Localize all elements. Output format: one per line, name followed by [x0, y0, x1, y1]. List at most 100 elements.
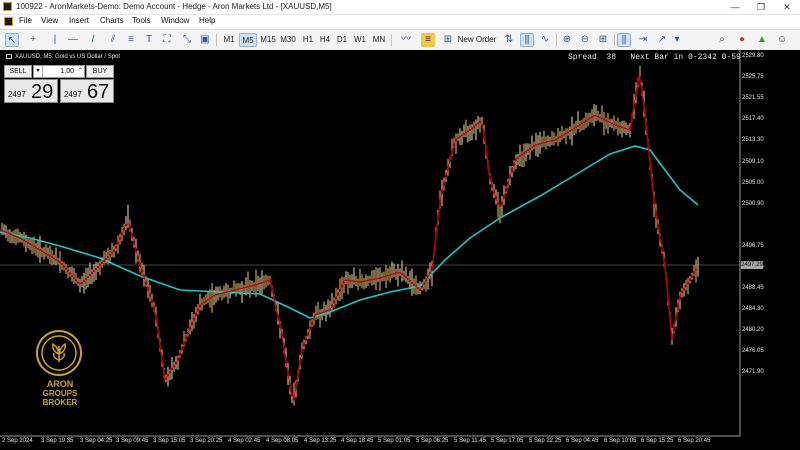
toolbar-separator — [391, 34, 392, 46]
price-tick: 2476.05 — [742, 348, 764, 354]
notifications-icon[interactable]: ● — [735, 33, 749, 47]
menu-tools[interactable]: Tools — [132, 16, 151, 25]
title-bar: 100922 - AronMarkets-Demo: Demo Account … — [0, 0, 800, 15]
time-tick: 5 Sep 01:05 — [378, 438, 411, 444]
window-title: 100922 - AronMarkets-Demo: Demo Account … — [16, 2, 332, 11]
menu-view[interactable]: View — [41, 16, 58, 25]
price-tick: 2509.10 — [742, 159, 764, 165]
price-tick: 2484.30 — [742, 306, 764, 312]
menu-help[interactable]: Help — [199, 16, 215, 25]
fast-moving-average — [0, 75, 697, 402]
sell-price-box[interactable]: 2497 29 — [4, 79, 58, 103]
channel-icon[interactable]: ⫽ — [106, 33, 120, 47]
chart-window-icon — [6, 54, 12, 59]
menu-app-icon — [4, 17, 13, 26]
price-tick: 2496.75 — [742, 243, 764, 249]
account-icon[interactable]: ☺ — [775, 33, 789, 47]
crosshair-icon[interactable]: + — [26, 33, 40, 47]
minimize-button[interactable]: — — [722, 0, 748, 14]
tf-mn[interactable]: MN — [370, 33, 388, 47]
buy-button[interactable]: BUY — [86, 65, 114, 78]
time-tick: 4 Sep 13:25 — [304, 438, 337, 444]
chart-shift-icon[interactable]: ↗ — [655, 33, 669, 47]
bar-chart-icon[interactable]: ⫼ — [520, 33, 534, 47]
trendline-icon[interactable]: / — [86, 33, 100, 47]
tf-m30[interactable]: M30 — [278, 33, 298, 47]
chart-area[interactable] — [0, 50, 800, 450]
logo-line-2: GROUPS — [42, 389, 78, 398]
text-icon[interactable]: T — [142, 33, 156, 47]
time-tick: 6 Sep 10:05 — [604, 438, 637, 444]
cursor-icon[interactable]: ↖ — [5, 33, 19, 47]
zoom-in-icon[interactable]: ⊕ — [560, 33, 574, 47]
time-tick: 2 Sep 2024 — [2, 438, 33, 444]
line-chart-icon[interactable]: ∿ — [538, 33, 552, 47]
broker-logo: ARON GROUPS BROKER — [30, 330, 90, 410]
logo-emblem-icon — [36, 330, 82, 376]
price-tick: 2513.30 — [742, 137, 764, 143]
buy-price-prefix: 2497 — [64, 90, 82, 99]
new-order-button[interactable]: New Order — [454, 33, 500, 47]
menu-file[interactable]: File — [19, 16, 32, 25]
autoscroll-icon[interactable]: ⇥ — [636, 33, 650, 47]
horizontal-line-icon[interactable]: — — [66, 33, 80, 47]
search-icon[interactable]: ⌕ — [715, 33, 729, 47]
toolbar: ↖ + | — / ⫽ ≡ T ⛶ ⤡ ▣ M1 M5 M15 M30 H1 H… — [0, 29, 800, 51]
time-tick: 4 Sep 02:45 — [228, 438, 261, 444]
toolbar-separator — [614, 34, 615, 46]
chart-symbol-title: XAUUSD, M5: Gold vs US Dollar / Spot — [6, 54, 120, 60]
logo-line-3: BROKER — [42, 398, 78, 407]
fibonacci-icon[interactable]: ≡ — [124, 33, 138, 47]
lot-dropdown-icon[interactable]: ▾ — [34, 66, 43, 77]
tile-windows-icon[interactable]: ⊞ — [596, 33, 610, 47]
close-button[interactable]: ✕ — [774, 0, 800, 14]
lot-stepper-icon[interactable]: ⌃ — [78, 66, 83, 77]
sell-price-big: 29 — [31, 81, 54, 103]
current-price-marker: 2497.29 — [741, 261, 763, 269]
time-tick: 3 Sep 09:45 — [116, 438, 149, 444]
tf-m5[interactable]: M5 — [239, 33, 257, 47]
time-tick: 5 Sep 11:45 — [454, 438, 486, 444]
templates-icon[interactable]: ≡ — [421, 33, 435, 47]
arrows-icon[interactable]: ⤡ — [180, 33, 194, 47]
new-order-icon: ⊞ — [443, 34, 453, 45]
time-tick: 5 Sep 22:25 — [529, 438, 562, 444]
maximize-button[interactable]: ❐ — [748, 0, 774, 14]
price-tick: 2500.90 — [742, 201, 764, 207]
tf-w1[interactable]: W1 — [351, 33, 369, 47]
indicators-icon[interactable]: 〰 — [396, 33, 416, 47]
candlesticks-icon[interactable]: ⫼ — [617, 33, 631, 47]
shapes-icon[interactable]: ⛶ — [160, 33, 174, 47]
chevron-down-icon[interactable]: ▾ — [673, 33, 681, 47]
menu-charts[interactable]: Charts — [100, 16, 124, 25]
spread-info: Spread 38 Next Bar in 0-2342 0-59 — [568, 53, 741, 62]
vertical-line-icon[interactable]: | — [48, 33, 62, 47]
signal-icon[interactable]: ▲ — [755, 33, 769, 47]
buy-price-box[interactable]: 2497 67 — [60, 79, 114, 103]
tf-h1[interactable]: H1 — [299, 33, 317, 47]
price-tick: 2529.80 — [742, 53, 764, 59]
time-tick: 4 Sep 08:05 — [266, 438, 299, 444]
algo-trading-icon[interactable]: ⇅ — [502, 33, 516, 47]
price-chart — [0, 50, 741, 437]
toolbar-separator — [216, 34, 217, 46]
objects-icon[interactable]: ▣ — [198, 33, 212, 47]
price-tick: 2525.75 — [742, 74, 764, 80]
time-tick: 3 Sep 20:25 — [190, 438, 223, 444]
menu-window[interactable]: Window — [161, 16, 189, 25]
zoom-out-icon[interactable]: ⊖ — [578, 33, 592, 47]
sell-button[interactable]: SELL — [4, 65, 32, 78]
tf-d1[interactable]: D1 — [333, 33, 351, 47]
time-tick: 5 Sep 06:25 — [416, 438, 449, 444]
time-tick: 6 Sep 04:45 — [566, 438, 599, 444]
lot-size-input[interactable]: ▾ 1.00 ⌃ — [33, 65, 85, 78]
price-tick: 2488.45 — [742, 285, 764, 291]
tf-m1[interactable]: M1 — [220, 33, 238, 47]
time-tick: 3 Sep 19:35 — [41, 438, 74, 444]
one-click-trading-panel: SELL ▾ 1.00 ⌃ BUY 2497 29 2497 67 — [4, 65, 114, 103]
toolbar-separator — [556, 34, 557, 46]
tf-m15[interactable]: M15 — [258, 33, 278, 47]
menu-insert[interactable]: Insert — [69, 16, 89, 25]
time-tick: 4 Sep 18:45 — [341, 438, 374, 444]
tf-h4[interactable]: H4 — [316, 33, 334, 47]
